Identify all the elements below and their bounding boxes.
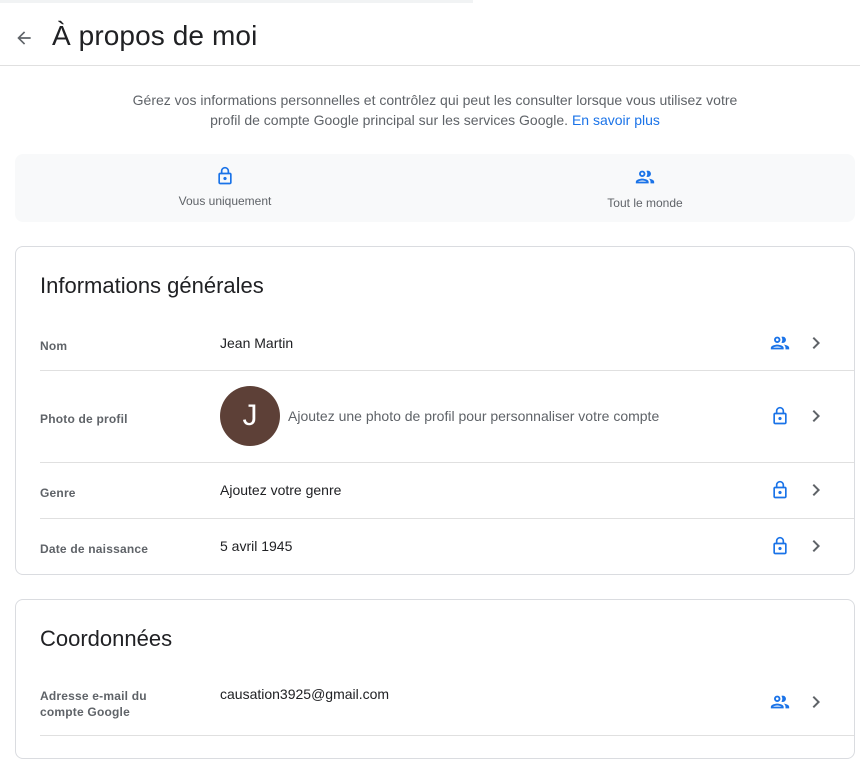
row-gender[interactable]: Genre Ajoutez votre genre	[40, 463, 854, 519]
legend-label: Vous uniquement	[178, 194, 272, 208]
row-value: causation3925@gmail.com	[220, 686, 390, 702]
back-button[interactable]	[8, 22, 40, 54]
chevron-right-icon	[804, 690, 828, 714]
card-title: Coordonnées	[40, 626, 173, 651]
chevron-right-icon	[804, 404, 828, 428]
row-label: Nom	[40, 339, 68, 353]
avatar: J	[220, 386, 280, 446]
lock-icon	[768, 404, 792, 428]
row-label: Adresse e-mail du compte Google	[40, 689, 147, 719]
legend-label: Tout le monde	[607, 196, 683, 210]
legend-everyone: Tout le monde	[435, 154, 855, 222]
row-hint: Ajoutez une photo de profil pour personn…	[288, 408, 660, 424]
row-label: Date de naissance	[40, 542, 149, 556]
chevron-right-icon	[804, 534, 828, 558]
intro-text: Gérez vos informations personnelles et c…	[120, 90, 750, 130]
people-icon	[768, 331, 792, 355]
row-label: Photo de profil	[40, 412, 128, 426]
people-icon	[768, 690, 792, 714]
row-email[interactable]: Adresse e-mail du compte Google causatio…	[40, 672, 854, 736]
chevron-right-icon	[804, 331, 828, 355]
page-title: À propos de moi	[52, 20, 258, 51]
people-icon	[635, 170, 655, 184]
card-title: Informations générales	[40, 273, 264, 298]
arrow-back-icon	[17, 31, 31, 45]
row-label: Genre	[40, 486, 76, 500]
row-name[interactable]: Nom Jean Martin	[40, 317, 854, 371]
contact-info-card: Coordonnées Adresse e-mail du compte Goo…	[15, 599, 855, 759]
lock-icon	[218, 166, 232, 185]
general-info-card: Informations générales Nom Jean Martin P…	[15, 246, 855, 575]
row-profile-photo[interactable]: Photo de profil J Ajoutez une photo de p…	[40, 371, 854, 463]
row-birthday[interactable]: Date de naissance 5 avril 1945	[40, 519, 854, 575]
row-value: 5 avril 1945	[220, 538, 293, 554]
chevron-right-icon	[804, 478, 828, 502]
learn-more-link[interactable]: En savoir plus	[572, 112, 660, 128]
legend-only-you: Vous uniquement	[15, 154, 435, 222]
lock-icon	[768, 534, 792, 558]
row-value: Ajoutez votre genre	[220, 482, 342, 498]
row-value: Jean Martin	[220, 335, 294, 351]
lock-icon	[768, 478, 792, 502]
page-header: À propos de moi	[0, 0, 860, 66]
visibility-legend: Vous uniquement Tout le monde	[15, 154, 855, 222]
